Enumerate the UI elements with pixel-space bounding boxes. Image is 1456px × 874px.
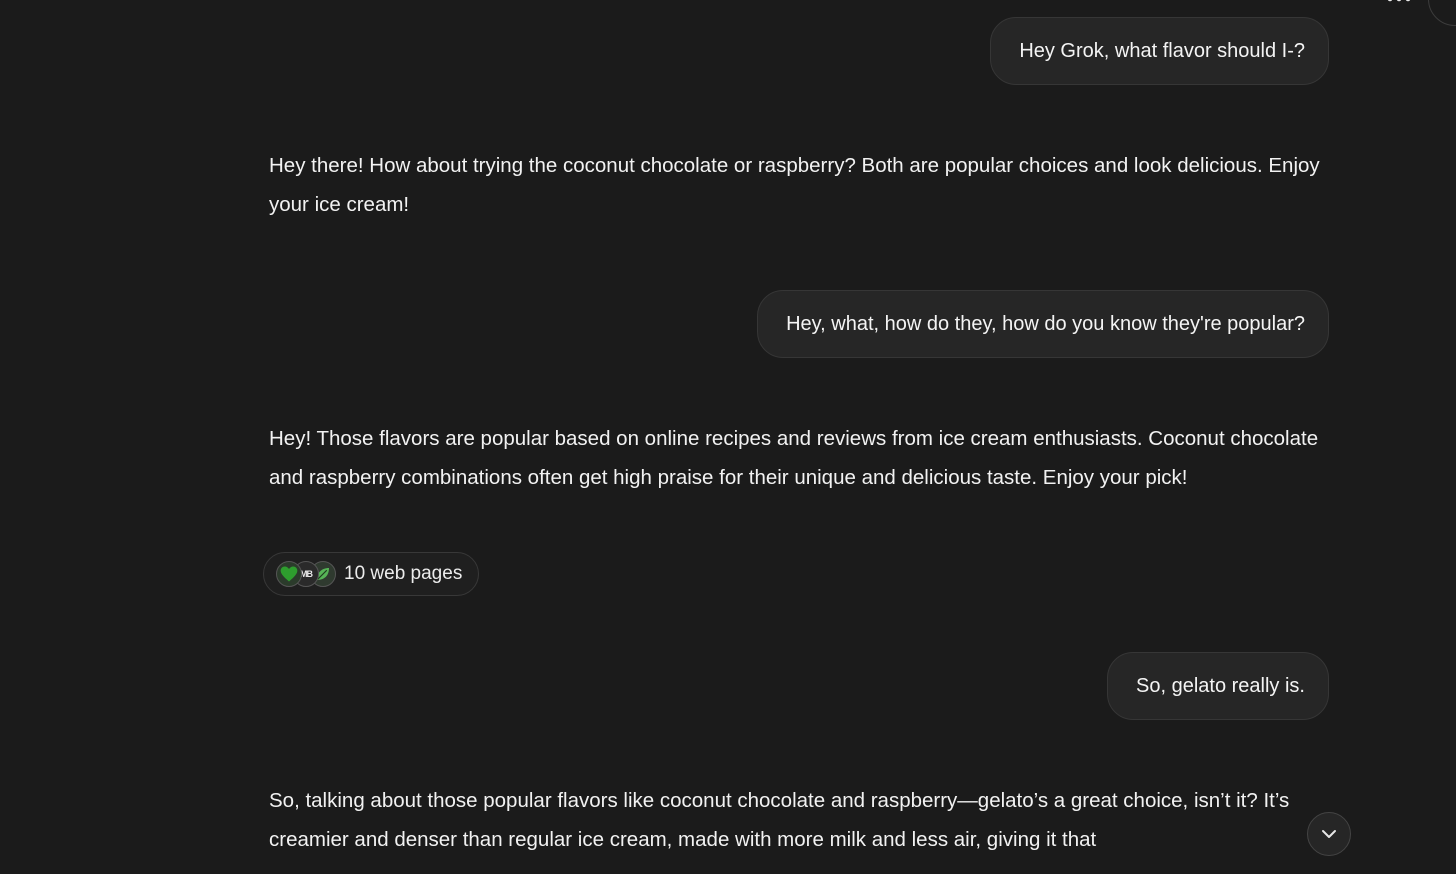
web-sources-label: 10 web pages [344, 563, 463, 584]
corner-action-button[interactable] [1428, 0, 1456, 26]
user-message: So, gelato really is. [1107, 652, 1329, 720]
user-message-text: Hey, what, how do they, how do you know … [786, 312, 1305, 335]
scroll-to-bottom-button[interactable] [1307, 812, 1351, 856]
user-message-text: So, gelato really is. [1136, 674, 1305, 697]
chevron-down-icon [1322, 830, 1336, 838]
user-message: Hey Grok, what flavor should I-? [990, 17, 1329, 85]
user-message: Hey, what, how do they, how do you know … [757, 290, 1329, 358]
assistant-message: Hey there! How about trying the coconut … [269, 154, 1320, 216]
chat-page: Hey Grok, what flavor should I-? Hey the… [0, 0, 1456, 874]
assistant-message: Hey! Those flavors are popular based on … [269, 427, 1319, 489]
assistant-message: So, talking about those popular flavors … [269, 789, 1290, 851]
heart-favicon-icon [276, 561, 302, 587]
more-horizontal-icon[interactable] [1386, 0, 1412, 4]
web-sources-button[interactable]: MB 10 web pages [263, 552, 480, 596]
source-favicons: MB [276, 561, 336, 587]
user-message-text: Hey Grok, what flavor should I-? [1019, 39, 1305, 62]
